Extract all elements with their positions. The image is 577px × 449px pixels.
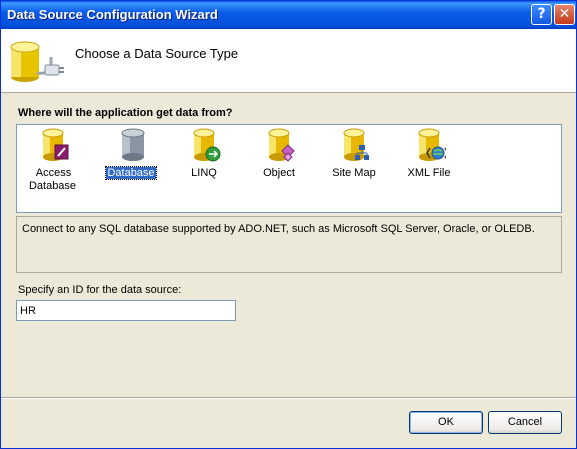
- object-icon: [268, 128, 295, 162]
- source-question-label: Where will the application get data from…: [18, 107, 233, 119]
- access-database-icon: [42, 128, 69, 161]
- data-source-id-input[interactable]: [16, 300, 236, 321]
- help-button[interactable]: ?: [531, 4, 552, 25]
- footer-divider: [1, 397, 576, 399]
- type-label-database: Database: [105, 166, 157, 180]
- type-description-box: Connect to any SQL database supported by…: [16, 216, 562, 273]
- type-label-object: Object: [263, 167, 295, 179]
- linq-icon: [193, 128, 221, 162]
- cancel-button[interactable]: Cancel: [488, 411, 562, 434]
- type-description-text: Connect to any SQL database supported by…: [22, 223, 535, 235]
- title-bar[interactable]: Data Source Configuration Wizard ? ✕: [1, 1, 576, 29]
- type-item-database[interactable]: Database: [96, 127, 166, 203]
- data-source-plug-icon: [10, 41, 64, 82]
- wizard-window: Data Source Configuration Wizard ? ✕ Cho…: [0, 0, 577, 449]
- type-item-site-map[interactable]: Site Map: [319, 127, 389, 203]
- data-source-type-list[interactable]: Access Database Database LINQ Object Sit…: [16, 124, 562, 213]
- data-source-id-label: Specify an ID for the data source:: [18, 284, 182, 296]
- type-label-site-map: Site Map: [332, 167, 376, 179]
- type-label-linq: LINQ: [191, 167, 217, 179]
- type-item-object[interactable]: Object: [244, 127, 314, 203]
- wizard-header: Choose a Data Source Type: [1, 29, 576, 93]
- database-icon: [121, 128, 145, 161]
- window-title: Data Source Configuration Wizard: [7, 7, 218, 22]
- type-item-linq[interactable]: LINQ: [169, 127, 239, 203]
- type-item-access-database[interactable]: Access Database: [18, 127, 88, 203]
- ok-button[interactable]: OK: [409, 411, 483, 434]
- page-heading: Choose a Data Source Type: [75, 46, 239, 61]
- close-button[interactable]: ✕: [554, 4, 575, 25]
- type-label-access-database: Access Database: [28, 167, 77, 192]
- site-map-icon: [343, 128, 369, 161]
- type-label-xml-file: XML File: [407, 167, 451, 179]
- xml-file-icon: [418, 128, 446, 161]
- type-item-xml-file[interactable]: XML File: [394, 127, 464, 203]
